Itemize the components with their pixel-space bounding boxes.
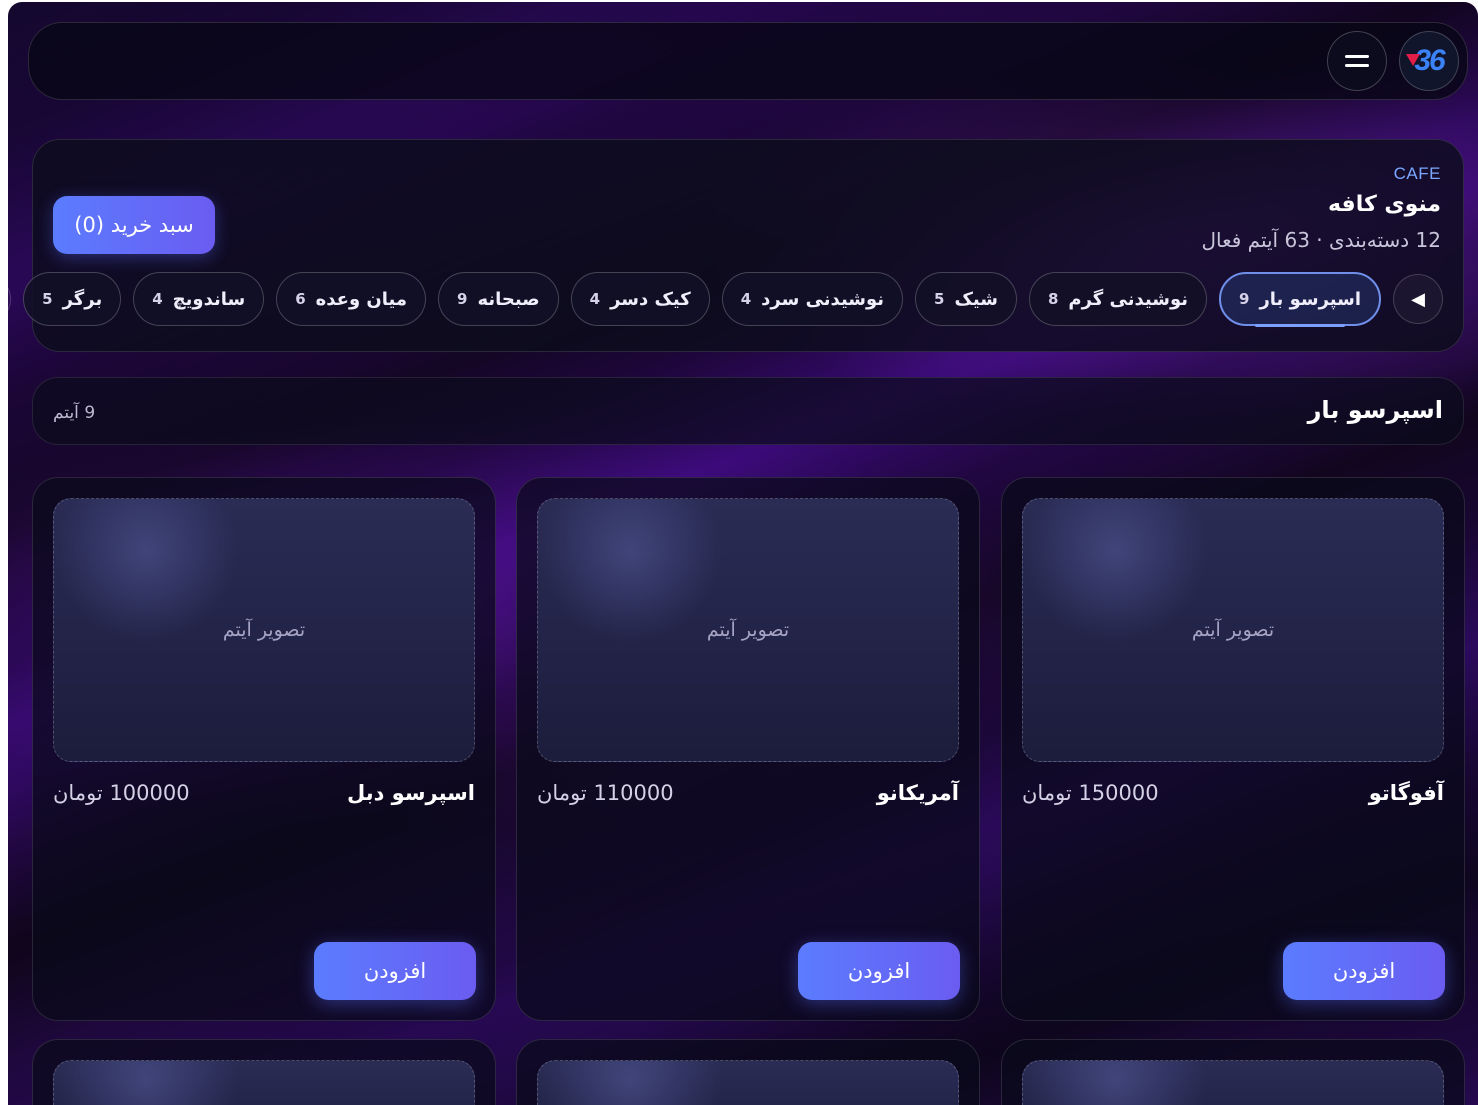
- tab-label: کیک دسر: [610, 288, 691, 310]
- add-to-cart-button[interactable]: افزودن: [314, 942, 476, 1000]
- tab-sandwich[interactable]: ساندویچ 4: [133, 272, 265, 326]
- item-price: 110000 تومان: [537, 781, 674, 805]
- menu-item-card: تصویر آیتم اسپرسو دبل 100000 تومان افزود…: [32, 477, 496, 1021]
- tab-cake-dessert[interactable]: کیک دسر 4: [570, 272, 710, 326]
- tab-count: 5: [42, 290, 53, 308]
- tab-label: اسپرسو بار: [1259, 288, 1361, 310]
- tab-label: صبحانه: [477, 288, 540, 310]
- tab-count: 4: [589, 290, 601, 308]
- cart-button[interactable]: سبد خرید (0): [53, 196, 215, 254]
- item-image-placeholder: تصویر آیتم: [1022, 498, 1444, 762]
- tab-label: نوشیدنی گرم: [1068, 288, 1188, 310]
- arrow-left-icon: ◀: [1411, 288, 1425, 310]
- tab-label: برگر: [62, 288, 103, 310]
- menu-button[interactable]: [1327, 31, 1387, 91]
- tab-burger[interactable]: برگر 5: [23, 272, 122, 326]
- item-price: 100000 تومان: [53, 781, 190, 805]
- image-placeholder-label: تصویر آیتم: [706, 619, 790, 641]
- image-placeholder-label: تصویر آیتم: [222, 619, 306, 641]
- tab-label: میان وعده: [315, 288, 408, 310]
- item-name: آفوگاتو: [1368, 781, 1444, 805]
- item-image-placeholder: [1022, 1060, 1444, 1105]
- item-image-placeholder: تصویر آیتم: [537, 498, 959, 762]
- tab-count: 8: [1047, 290, 1059, 308]
- category-tabs: ◀ اسپرسو بار 9 نوشیدنی گرم 8 شیک 5 نوشید…: [8, 270, 1443, 328]
- tab-count: 9: [457, 290, 468, 308]
- tab-label: ساندویچ: [172, 288, 246, 310]
- tab-count: 9: [1239, 290, 1250, 308]
- tab-snack[interactable]: میان وعده 6: [276, 272, 427, 326]
- tab-count: 6: [295, 290, 306, 308]
- menu-item-card: تصویر آیتم آفوگاتو 150000 تومان افزودن: [1001, 477, 1465, 1021]
- add-to-cart-button[interactable]: افزودن: [1283, 942, 1445, 1000]
- tab-label: نوشیدنی سرد: [761, 288, 885, 310]
- tab-label: شیک: [954, 288, 998, 310]
- tab-espresso-bar[interactable]: اسپرسو بار 9: [1219, 272, 1381, 326]
- add-to-cart-button[interactable]: افزودن: [798, 942, 960, 1000]
- brand-logo[interactable]: 36: [1399, 31, 1459, 91]
- section-item-count: 9 آیتم: [53, 403, 96, 423]
- menu-item-card: [1001, 1039, 1465, 1105]
- item-price: 150000 تومان: [1022, 781, 1159, 805]
- tab-cold-drinks[interactable]: نوشیدنی سرد 4: [721, 272, 904, 326]
- menu-header-card: CAFE منوی کافه 12 دسته‌بندی · 63 آیتم فع…: [8, 139, 1464, 352]
- item-name: آمریکانو: [876, 781, 959, 805]
- scroll-next-button[interactable]: ▶: [8, 274, 12, 324]
- hamburger-icon: [1345, 55, 1369, 67]
- item-image-placeholder: تصویر آیتم: [53, 498, 475, 762]
- item-image-placeholder: [537, 1060, 959, 1105]
- tab-count: 4: [740, 290, 752, 308]
- page-title: منوی کافه: [1327, 192, 1441, 217]
- section-title: اسپرسو بار: [1307, 396, 1443, 424]
- image-placeholder-label: تصویر آیتم: [1191, 619, 1275, 641]
- tab-count: 4: [152, 290, 163, 308]
- menu-summary: 12 دسته‌بندی · 63 آیتم فعال: [1201, 228, 1441, 252]
- top-bar: 36: [28, 22, 1468, 100]
- menu-item-card: تصویر آیتم آمریکانو 110000 تومان افزودن: [516, 477, 980, 1021]
- item-name: اسپرسو دبل: [346, 781, 475, 805]
- eyebrow-label: CAFE: [1393, 164, 1441, 183]
- app-window: 36 CAFE منوی کافه 12 دسته‌بندی · 63 آیتم…: [8, 2, 1478, 1105]
- menu-item-card: [32, 1039, 496, 1105]
- tab-shake[interactable]: شیک 5: [915, 272, 1017, 326]
- tab-hot-drinks[interactable]: نوشیدنی گرم 8: [1028, 272, 1207, 326]
- item-image-placeholder: [53, 1060, 475, 1105]
- logo-triangle-icon: [1406, 54, 1420, 66]
- menu-item-card: [516, 1039, 980, 1105]
- scroll-prev-button[interactable]: ◀: [1393, 274, 1443, 324]
- tab-breakfast[interactable]: صبحانه 9: [438, 272, 559, 326]
- section-header: اسپرسو بار 9 آیتم: [32, 377, 1464, 445]
- tab-count: 5: [934, 290, 945, 308]
